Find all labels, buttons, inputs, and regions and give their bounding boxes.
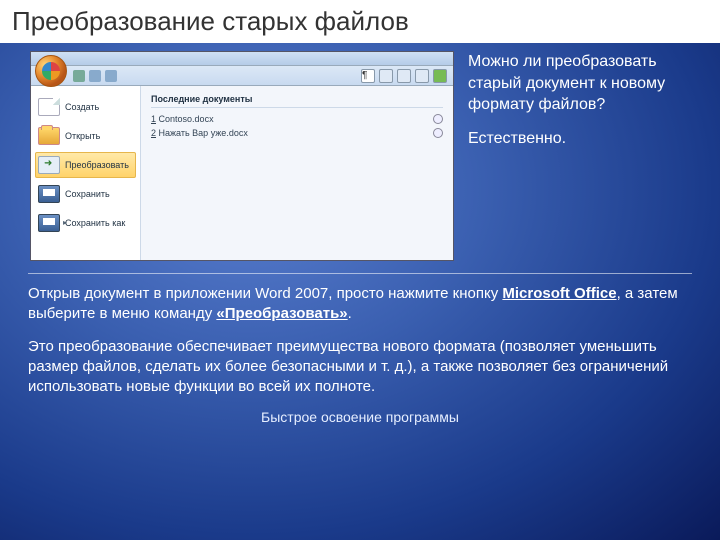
- p1-b: Microsoft Office: [502, 285, 616, 302]
- qat-redo-icon[interactable]: [105, 70, 117, 82]
- open-folder-icon: [38, 127, 60, 145]
- p1-a: Открыв документ в приложении Word 2007, …: [28, 285, 502, 302]
- recent-docs-header: Последние документы: [151, 94, 443, 108]
- recent-doc-name: Нажать Вар уже.docx: [159, 128, 248, 138]
- recent-doc-num: 1: [151, 114, 156, 124]
- toolbar-icon-2[interactable]: [397, 69, 411, 83]
- menu-label-save: Сохранить: [65, 189, 110, 199]
- toolbar-icon-3[interactable]: [415, 69, 429, 83]
- qat-save-icon[interactable]: [73, 70, 85, 82]
- qat-undo-icon[interactable]: [89, 70, 101, 82]
- office-button[interactable]: [35, 55, 67, 87]
- menu-label-new: Создать: [65, 102, 99, 112]
- menu-item-convert[interactable]: Преобразовать: [35, 152, 136, 178]
- p1-e: .: [348, 305, 352, 322]
- pin-icon[interactable]: [433, 128, 443, 138]
- toolbar-icon-4[interactable]: [433, 69, 447, 83]
- menu-item-open[interactable]: Открыть: [35, 123, 136, 149]
- toolbar-icon-1[interactable]: [379, 69, 393, 83]
- convert-icon: [38, 156, 60, 174]
- save-as-disk-icon: [38, 214, 60, 232]
- slide-footer: Быстрое освоение программы: [0, 409, 720, 425]
- quick-access-toolbar: ¶: [31, 66, 453, 86]
- recent-doc-num: 2: [151, 128, 156, 138]
- paragraph-1: Открыв документ в приложении Word 2007, …: [28, 284, 680, 325]
- callout-answer: Естественно.: [468, 128, 688, 150]
- paragraph-marks-icon[interactable]: ¶: [361, 69, 375, 83]
- office-left-menu: Создать Открыть Преобразовать Сохранить …: [31, 86, 141, 260]
- office-app-screenshot: ¶ Создать Открыть Преобразовать: [30, 51, 454, 261]
- new-file-icon: [38, 98, 60, 116]
- menu-label-open: Открыть: [65, 131, 100, 141]
- menu-item-save[interactable]: Сохранить: [35, 181, 136, 207]
- recent-doc-name: Contoso.docx: [159, 114, 214, 124]
- menu-label-convert: Преобразовать: [65, 160, 129, 170]
- divider: [28, 273, 692, 274]
- paragraph-2: Это преобразование обеспечивает преимуще…: [28, 337, 680, 398]
- recent-doc-row[interactable]: 1 Contoso.docx: [151, 112, 443, 126]
- office-menu-panel: Создать Открыть Преобразовать Сохранить …: [31, 86, 453, 260]
- save-disk-icon: [38, 185, 60, 203]
- top-row: ¶ Создать Открыть Преобразовать: [0, 43, 720, 261]
- slide-title: Преобразование старых файлов: [0, 0, 720, 43]
- recent-doc-row[interactable]: 2 Нажать Вар уже.docx: [151, 126, 443, 140]
- pin-icon[interactable]: [433, 114, 443, 124]
- app-titlebar: [31, 52, 453, 66]
- menu-item-new[interactable]: Создать: [35, 94, 136, 120]
- side-callout: Можно ли преобразовать старый документ к…: [468, 51, 688, 149]
- menu-label-saveas: Сохранить как: [65, 218, 125, 228]
- callout-question: Можно ли преобразовать старый документ к…: [468, 51, 688, 116]
- menu-item-saveas[interactable]: Сохранить как: [35, 210, 136, 236]
- recent-docs-panel: Последние документы 1 Contoso.docx 2 Наж…: [141, 86, 453, 260]
- p1-d: «Преобразовать»: [216, 305, 347, 322]
- body-text: Открыв документ в приложении Word 2007, …: [0, 284, 720, 397]
